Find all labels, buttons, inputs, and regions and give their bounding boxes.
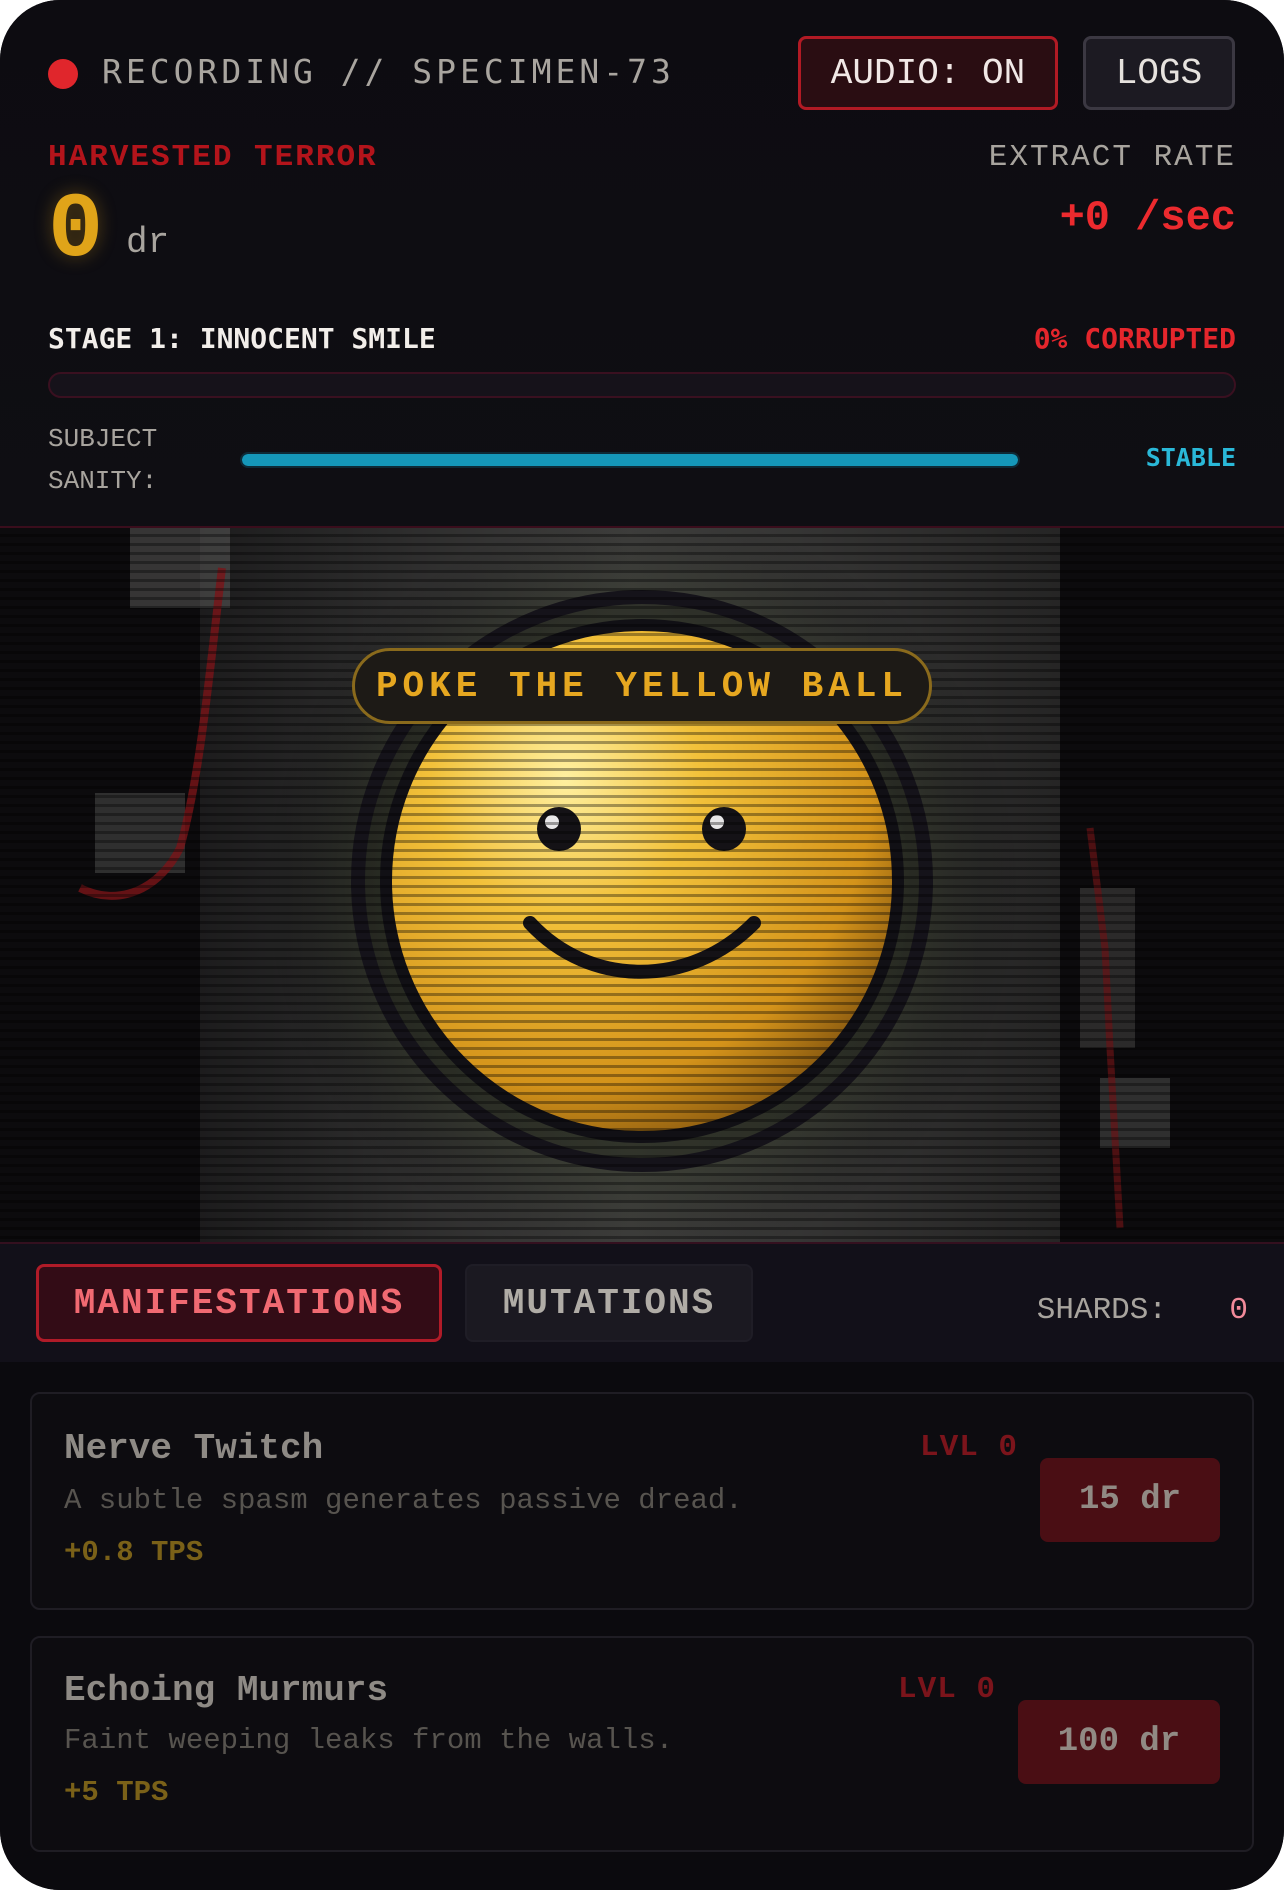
buy-upgrade-button[interactable]: 15 dr xyxy=(1040,1458,1220,1542)
poke-prompt: POKE THE YELLOW BALL xyxy=(352,648,932,724)
audio-toggle-button[interactable]: AUDIO: ON xyxy=(798,36,1058,110)
corruption-percent: 0% CORRUPTED xyxy=(1033,322,1236,355)
buy-upgrade-button[interactable]: 100 dr xyxy=(1018,1700,1220,1784)
sanity-bar xyxy=(240,452,1020,468)
tab-mutations[interactable]: MUTATIONS xyxy=(465,1264,753,1342)
upgrade-list: Nerve Twitch A subtle spasm generates pa… xyxy=(0,1362,1284,1890)
upgrade-tps: +0.8 TPS xyxy=(64,1536,204,1569)
logs-button[interactable]: LOGS xyxy=(1083,36,1235,110)
upgrade-tps: +5 TPS xyxy=(64,1776,169,1809)
upgrade-card: Nerve Twitch A subtle spasm generates pa… xyxy=(30,1392,1254,1610)
sanity-bar-fill xyxy=(242,454,1018,466)
hud-panel: RECORDING // SPECIMEN-73 AUDIO: ON LOGS … xyxy=(0,0,1284,528)
tab-bar: MANIFESTATIONS MUTATIONS SHARDS: 0 xyxy=(0,1242,1284,1364)
extract-rate-label: EXTRACT RATE xyxy=(988,140,1236,175)
sanity-label: SUBJECT SANITY: xyxy=(48,424,158,496)
shards-label: SHARDS: xyxy=(1036,1293,1167,1328)
terror-value: 0 xyxy=(48,178,104,283)
game-screen: RECORDING // SPECIMEN-73 AUDIO: ON LOGS … xyxy=(0,0,1284,1890)
extract-rate-value: +0 /sec xyxy=(1059,194,1236,242)
yellow-ball-button[interactable] xyxy=(352,648,932,1168)
terror-label: HARVESTED TERROR xyxy=(48,140,378,175)
upgrade-level: LVL 0 xyxy=(919,1430,1018,1465)
tab-manifestations[interactable]: MANIFESTATIONS xyxy=(36,1264,442,1342)
terror-unit: dr xyxy=(126,222,170,263)
stage-title: STAGE 1: INNOCENT SMILE xyxy=(48,322,436,355)
corruption-progress-bar xyxy=(48,372,1236,398)
upgrade-description: Faint weeping leaks from the walls. xyxy=(64,1724,674,1757)
upgrade-name: Nerve Twitch xyxy=(64,1428,324,1469)
recording-dot-icon xyxy=(48,59,78,89)
upgrade-description: A subtle spasm generates passive dread. xyxy=(64,1484,743,1517)
sanity-status: STABLE xyxy=(1145,443,1236,472)
upgrade-card: Echoing Murmurs Faint weeping leaks from… xyxy=(30,1636,1254,1852)
upgrade-name: Echoing Murmurs xyxy=(64,1670,389,1711)
shards-value: 0 xyxy=(1229,1293,1248,1328)
upgrade-level: LVL 0 xyxy=(897,1672,996,1707)
recording-label: RECORDING // SPECIMEN-73 xyxy=(102,52,675,91)
